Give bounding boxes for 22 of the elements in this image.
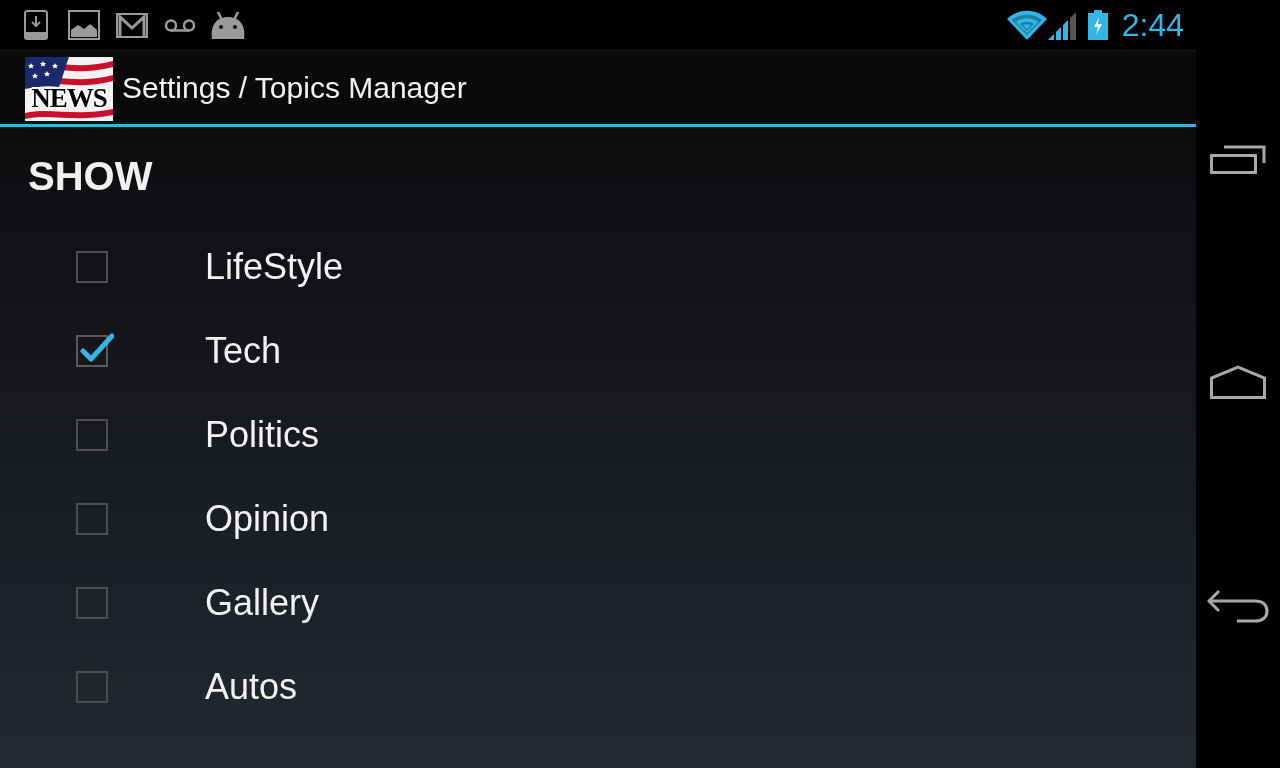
mail-icon [116,12,148,38]
android-icon [210,11,246,39]
screen-title: Settings / Topics Manager [122,72,467,103]
recent-apps-icon [1210,144,1266,174]
section-heading: SHOW [28,156,153,196]
topic-label: Gallery [205,585,320,621]
home-icon [1210,365,1266,399]
topic-label: LifeStyle [205,249,344,285]
topic-label: Opinion [205,501,330,537]
back-icon [1207,589,1269,623]
image-icon [68,10,100,40]
signal-icon [1047,10,1076,40]
wifi-icon [1006,10,1047,40]
topic-label: Tech [205,333,282,369]
battery-charging-icon [1087,10,1108,40]
download-icon [24,10,48,40]
checkbox[interactable] [76,333,114,369]
voicemail-icon [164,18,196,32]
clock-time: 2:44 [1121,9,1184,41]
topic-label: Autos [205,669,298,705]
topic-label: Politics [205,417,320,453]
logo-text: NEWS [30,84,108,112]
